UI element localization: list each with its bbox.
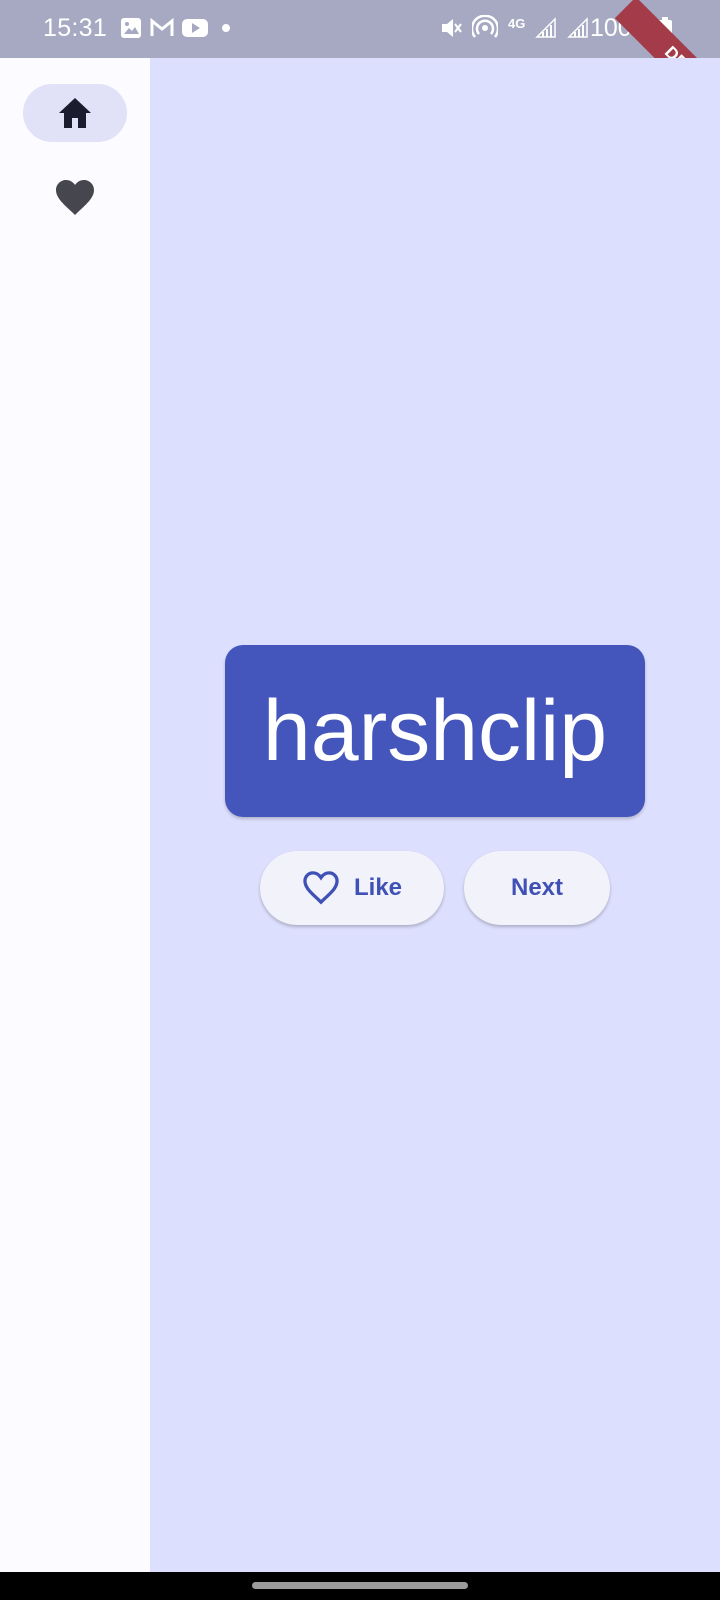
navigation-rail xyxy=(0,58,150,1572)
signal-icon xyxy=(567,17,589,38)
like-label: Like xyxy=(353,874,403,901)
main-content: harshclip Like Next xyxy=(150,58,720,1572)
gmail-icon xyxy=(150,18,174,36)
home-indicator[interactable] xyxy=(252,1582,468,1589)
heart-outline-icon xyxy=(303,871,339,905)
mute-icon xyxy=(442,19,462,37)
status-time: 15:31 xyxy=(43,14,108,42)
gallery-icon xyxy=(121,18,141,38)
nav-item-home[interactable] xyxy=(23,84,127,142)
dot-icon xyxy=(222,24,230,32)
debug-banner: DEBUG xyxy=(614,0,720,58)
hotspot-icon xyxy=(472,15,498,38)
nav-item-favorites[interactable] xyxy=(48,174,102,222)
like-button[interactable]: Like xyxy=(260,851,444,925)
next-label: Next xyxy=(510,874,564,901)
word-text: harshclip xyxy=(262,682,608,779)
status-bar: 15:31 4G 100% DEBUG xyxy=(0,0,720,58)
system-navigation-bar xyxy=(0,1572,720,1600)
youtube-icon xyxy=(182,19,208,37)
next-button[interactable]: Next xyxy=(464,851,610,925)
heart-icon xyxy=(56,180,94,215)
network-4g-icon: 4G xyxy=(508,16,526,31)
notification-icons xyxy=(120,17,236,39)
system-icons: 4G xyxy=(440,15,589,41)
word-card: harshclip xyxy=(225,645,645,817)
home-icon xyxy=(59,98,91,128)
signal-icon xyxy=(535,17,557,38)
